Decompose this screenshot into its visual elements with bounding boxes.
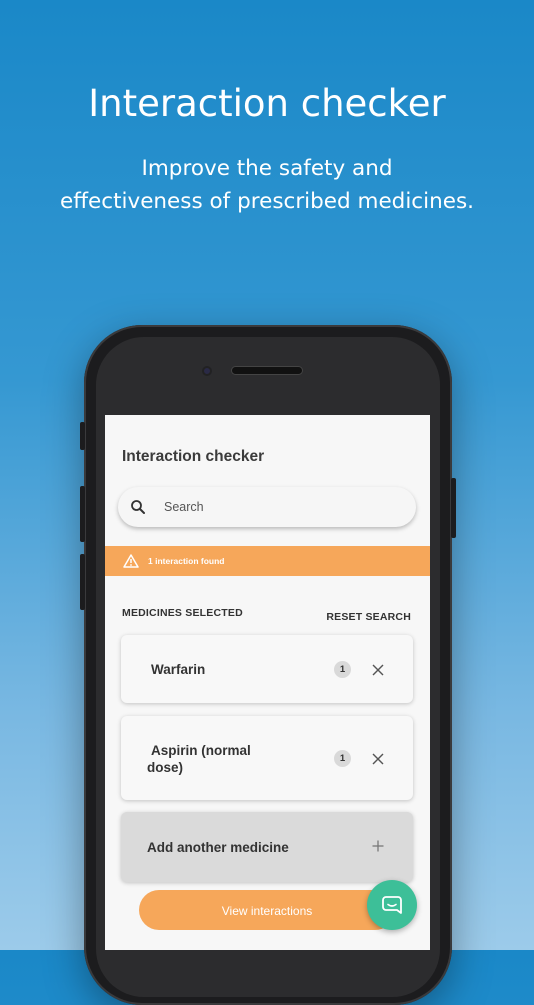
plus-icon (372, 840, 384, 852)
interaction-alert-banner[interactable]: 1 interaction found (105, 546, 430, 576)
reset-search-button[interactable]: RESET SEARCH (326, 611, 411, 623)
medicine-card-aspirin[interactable]: Aspirin (normal dose) 1 (121, 716, 413, 800)
medicine-name-line-1: Aspirin (normal (151, 743, 251, 758)
phone-volume-up-button (80, 486, 85, 542)
add-medicine-label: Add another medicine (147, 840, 289, 855)
medicine-name: Warfarin (151, 662, 206, 677)
alert-text: 1 interaction found (148, 556, 225, 566)
phone-mute-switch (80, 422, 85, 450)
promo-subline-line-2: effectiveness of prescribed medicines. (59, 189, 474, 214)
phone-volume-down-button (80, 554, 85, 610)
app-screen: Interaction checker 1 interaction found … (105, 415, 430, 950)
close-icon[interactable] (372, 753, 384, 765)
promo-subline-line-1: Improve the safety and (141, 156, 393, 181)
page-title: Interaction checker (122, 448, 265, 465)
interaction-count-badge: 1 (334, 661, 351, 678)
warning-icon (123, 554, 139, 568)
search-icon (131, 500, 145, 514)
view-interactions-button[interactable]: View interactions (139, 890, 395, 930)
medicine-name-line-2: dose) (147, 760, 184, 775)
promo-headline: Interaction checker (88, 82, 446, 125)
search-input[interactable] (164, 498, 394, 516)
interaction-count-badge: 1 (334, 750, 351, 767)
chat-button[interactable] (367, 880, 417, 930)
close-icon[interactable] (372, 664, 384, 676)
search-bar[interactable] (118, 487, 416, 527)
front-camera (202, 366, 212, 376)
medicine-card-warfarin[interactable]: Warfarin 1 (121, 635, 413, 703)
chat-bubble-icon (382, 896, 402, 914)
earpiece-speaker (232, 367, 302, 374)
medicine-name: Aspirin (normal dose) (147, 742, 251, 776)
promo-subline: Improve the safety and effectiveness of … (40, 152, 494, 218)
phone-power-button (451, 478, 456, 538)
add-medicine-button[interactable]: Add another medicine (121, 812, 413, 882)
medicines-selected-label: MEDICINES SELECTED (122, 607, 243, 619)
